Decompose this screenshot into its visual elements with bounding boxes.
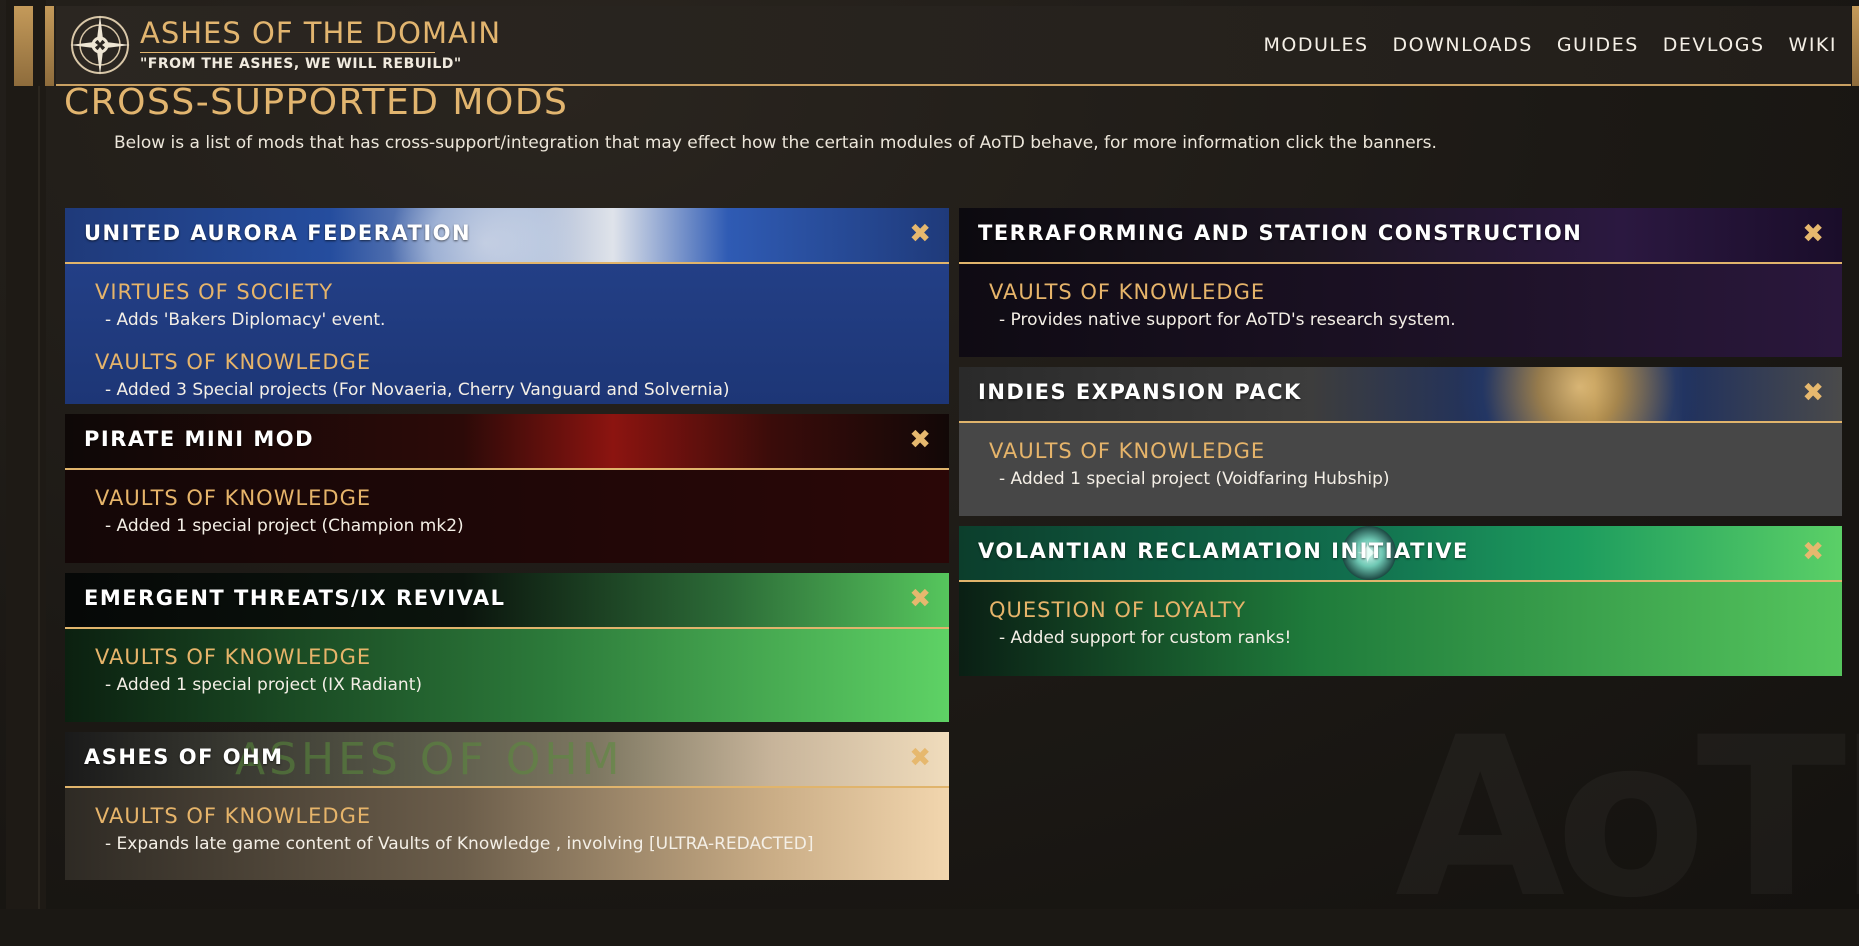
banner-watermark-text: ASHES OF OHM	[235, 734, 624, 785]
nav-wiki[interactable]: WIKI	[1789, 34, 1837, 56]
module-name: VIRTUES OF SOCIETY	[95, 280, 334, 304]
mod-title: UNITED AURORA FEDERATION	[84, 221, 472, 245]
module-description: - Provides native support for AoTD's res…	[999, 310, 1456, 330]
site-tagline: "FROM THE ASHES, WE WILL REBUILD"	[140, 56, 462, 72]
background-watermark: AoTD	[1395, 690, 1859, 946]
mod-title: PIRATE MINI MOD	[84, 427, 315, 451]
mod-details: VAULTS OF KNOWLEDGE - Provides native su…	[959, 264, 1842, 357]
mod-details: VAULTS OF KNOWLEDGE - Added 1 special pr…	[959, 423, 1842, 516]
module-description: - Adds 'Bakers Diplomacy' event.	[105, 310, 386, 330]
mod-details: QUESTION OF LOYALTY - Added support for …	[959, 582, 1842, 676]
right-column: TERRAFORMING AND STATION CONSTRUCTION ✖ …	[959, 208, 1842, 686]
mod-banner[interactable]: EMERGENT THREATS/IX REVIVAL ✖	[65, 573, 949, 629]
module-description: - Added support for custom ranks!	[999, 628, 1292, 648]
module-name: VAULTS OF KNOWLEDGE	[95, 804, 372, 828]
module-name: VAULTS OF KNOWLEDGE	[95, 645, 372, 669]
mod-card-united-aurora-federation: UNITED AURORA FEDERATION ✖ VIRTUES OF SO…	[65, 208, 949, 404]
mod-title: ASHES OF OHM	[84, 745, 284, 769]
module-description: - Added 1 special project (IX Radiant)	[105, 675, 423, 695]
mod-card-ashes-of-ohm: ASHES OF OHM ASHES OF OHM ✖ VAULTS OF KN…	[65, 732, 949, 880]
mod-banner[interactable]: PIRATE MINI MOD ✖	[65, 414, 949, 470]
module-name: VAULTS OF KNOWLEDGE	[95, 486, 372, 510]
close-icon[interactable]: ✖	[909, 743, 931, 773]
mod-title: VOLANTIAN RECLAMATION INITIATIVE	[978, 539, 1469, 563]
title-underline	[140, 52, 435, 53]
site-logo-icon[interactable]	[68, 13, 132, 77]
mod-details: VIRTUES OF SOCIETY - Adds 'Bakers Diplom…	[65, 264, 949, 404]
mod-details: VAULTS OF KNOWLEDGE - Expands late game …	[65, 788, 949, 880]
mod-banner[interactable]: ✦ VOLANTIAN RECLAMATION INITIATIVE ✖	[959, 526, 1842, 582]
intro-text: Below is a list of mods that has cross-s…	[114, 133, 1437, 153]
close-icon[interactable]: ✖	[909, 425, 931, 455]
module-description: - Added 1 special project (Champion mk2)	[105, 516, 464, 536]
mod-card-terraforming: TERRAFORMING AND STATION CONSTRUCTION ✖ …	[959, 208, 1842, 357]
module-name: VAULTS OF KNOWLEDGE	[95, 350, 372, 374]
main-nav: MODULES DOWNLOADS GUIDES DEVLOGS WIKI	[1263, 34, 1837, 56]
module-description: - Added 1 special project (Voidfaring Hu…	[999, 469, 1390, 489]
mod-card-indies-expansion-pack: INDIES EXPANSION PACK ✖ VAULTS OF KNOWLE…	[959, 367, 1842, 516]
page-title: CROSS-SUPPORTED MODS	[64, 82, 569, 123]
mod-banner[interactable]: TERRAFORMING AND STATION CONSTRUCTION ✖	[959, 208, 1842, 264]
module-name: VAULTS OF KNOWLEDGE	[989, 280, 1266, 304]
mod-banner[interactable]: INDIES EXPANSION PACK ✖	[959, 367, 1842, 423]
iep-emblem-image	[1429, 367, 1729, 421]
module-name: QUESTION OF LOYALTY	[989, 598, 1247, 622]
mod-card-pirate-mini-mod: PIRATE MINI MOD ✖ VAULTS OF KNOWLEDGE - …	[65, 414, 949, 563]
rail-accent-bar	[45, 6, 54, 86]
rail-divider	[38, 86, 40, 909]
nav-downloads[interactable]: DOWNLOADS	[1393, 34, 1533, 56]
rail-accent-bar	[14, 6, 33, 86]
close-icon[interactable]: ✖	[909, 584, 931, 614]
close-icon[interactable]: ✖	[909, 219, 931, 249]
mod-details: VAULTS OF KNOWLEDGE - Added 1 special pr…	[65, 470, 949, 563]
close-icon[interactable]: ✖	[1802, 378, 1824, 408]
mod-card-emergent-threats: EMERGENT THREATS/IX REVIVAL ✖ VAULTS OF …	[65, 573, 949, 722]
module-description: - Added 3 Special projects (For Novaeria…	[105, 380, 730, 400]
mod-banner[interactable]: ASHES OF OHM ASHES OF OHM ✖	[65, 732, 949, 788]
mod-banner[interactable]: UNITED AURORA FEDERATION ✖	[65, 208, 949, 264]
mod-title: INDIES EXPANSION PACK	[978, 380, 1302, 404]
module-description: - Expands late game content of Vaults of…	[105, 834, 814, 854]
nav-modules[interactable]: MODULES	[1263, 34, 1368, 56]
close-icon[interactable]: ✖	[1802, 537, 1824, 567]
site-title[interactable]: ASHES OF THE DOMAIN	[140, 16, 501, 50]
right-rail-accent	[1852, 6, 1859, 86]
mod-details: VAULTS OF KNOWLEDGE - Added 1 special pr…	[65, 629, 949, 722]
left-column: UNITED AURORA FEDERATION ✖ VIRTUES OF SO…	[65, 208, 949, 890]
nav-guides[interactable]: GUIDES	[1557, 34, 1639, 56]
close-icon[interactable]: ✖	[1802, 219, 1824, 249]
module-name: VAULTS OF KNOWLEDGE	[989, 439, 1266, 463]
nav-devlogs[interactable]: DEVLOGS	[1663, 34, 1765, 56]
mod-card-volantian-reclamation: ✦ VOLANTIAN RECLAMATION INITIATIVE ✖ QUE…	[959, 526, 1842, 676]
mod-title: TERRAFORMING AND STATION CONSTRUCTION	[978, 221, 1583, 245]
mod-title: EMERGENT THREATS/IX REVIVAL	[84, 586, 506, 610]
site-header: ASHES OF THE DOMAIN "FROM THE ASHES, WE …	[56, 6, 1851, 86]
left-rail	[6, 0, 46, 909]
